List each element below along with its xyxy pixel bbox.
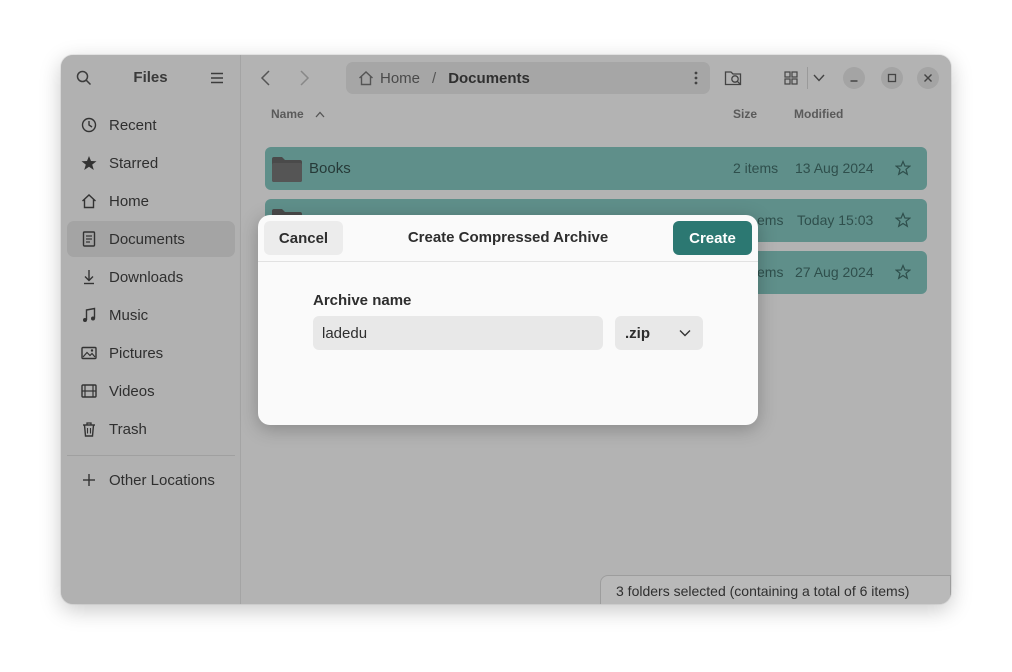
path-bar[interactable]: Home / Documents	[346, 62, 710, 94]
star-icon	[80, 154, 98, 172]
image-icon	[80, 344, 98, 362]
sidebar-item-label: Home	[109, 192, 150, 210]
download-icon	[80, 268, 98, 286]
sort-ascending-icon	[315, 111, 325, 118]
chevron-down-icon[interactable]	[813, 73, 825, 83]
sidebar-item-downloads[interactable]: Downloads	[67, 259, 235, 295]
star-outline-icon[interactable]	[895, 264, 911, 280]
sidebar-item-trash[interactable]: Trash	[67, 411, 235, 447]
back-arrow-icon[interactable]	[259, 69, 273, 87]
sidebar-item-label: Recent	[109, 116, 157, 134]
breadcrumb-home[interactable]: Home	[380, 70, 420, 87]
forward-arrow-icon[interactable]	[297, 69, 311, 87]
close-icon	[924, 74, 932, 82]
home-icon	[359, 71, 373, 86]
archive-name-input[interactable]	[313, 316, 603, 350]
minimize-button[interactable]	[843, 67, 865, 89]
sidebar-item-label: Pictures	[109, 344, 164, 362]
folder-icon	[272, 157, 302, 182]
home-icon	[80, 192, 98, 210]
more-options-icon[interactable]	[694, 70, 698, 86]
column-header-name[interactable]: Name	[271, 107, 325, 121]
file-size: ems	[757, 264, 784, 280]
sidebar-item-label: Videos	[109, 382, 155, 400]
sidebar-item-label: Other Locations	[109, 471, 215, 489]
sidebar-item-label: Trash	[109, 420, 147, 438]
sidebar-header: Files	[61, 55, 240, 101]
archive-format-value: .zip	[625, 324, 650, 342]
sidebar-item-pictures[interactable]: Pictures	[67, 335, 235, 371]
dialog-header: Create Compressed Archive Cancel Create	[258, 215, 758, 262]
maximize-icon	[887, 73, 897, 83]
sidebar-item-recent[interactable]: Recent	[67, 107, 235, 143]
sidebar-item-videos[interactable]: Videos	[67, 373, 235, 409]
sidebar-item-label: Documents	[109, 230, 185, 248]
file-row[interactable]: Books 2 items 13 Aug 2024	[265, 147, 927, 190]
cancel-button[interactable]: Cancel	[264, 221, 343, 255]
chevron-down-icon	[679, 330, 691, 337]
search-folder-icon[interactable]	[724, 69, 744, 87]
sidebar-item-label: Music	[109, 306, 149, 324]
sidebar-item-home[interactable]: Home	[67, 183, 235, 219]
column-header-size[interactable]: Size	[733, 107, 757, 121]
file-size: 2 items	[733, 160, 779, 176]
sidebar-item-starred[interactable]: Starred	[67, 145, 235, 181]
grid-view-icon[interactable]	[784, 71, 798, 85]
close-button[interactable]	[917, 67, 939, 89]
toolbar-divider	[807, 67, 808, 89]
create-button[interactable]: Create	[673, 221, 752, 255]
sidebar-item-label: Starred	[109, 154, 159, 172]
hamburger-menu-icon[interactable]	[210, 71, 224, 85]
column-header-name-label: Name	[271, 107, 304, 121]
column-header-modified[interactable]: Modified	[794, 107, 843, 121]
star-outline-icon[interactable]	[895, 160, 911, 176]
music-icon	[80, 306, 98, 324]
file-size: ems	[757, 212, 784, 228]
minimize-icon	[850, 80, 858, 82]
sidebar-item-other-locations[interactable]: Other Locations	[67, 462, 235, 498]
maximize-button[interactable]	[881, 67, 903, 89]
sidebar: Files Recent Starred Home Documents Down…	[61, 55, 241, 604]
breadcrumb-current[interactable]: Documents	[448, 70, 530, 87]
status-bar: 3 folders selected (containing a total o…	[600, 575, 951, 604]
sidebar-item-label: Downloads	[109, 268, 184, 286]
archive-name-label: Archive name	[313, 292, 412, 309]
sidebar-item-documents[interactable]: Documents	[67, 221, 235, 257]
file-modified: 27 Aug 2024	[795, 264, 874, 280]
sidebar-item-music[interactable]: Music	[67, 297, 235, 333]
file-modified: Today 15:03	[797, 212, 874, 228]
star-outline-icon[interactable]	[895, 212, 911, 228]
file-modified: 13 Aug 2024	[795, 160, 874, 176]
clock-icon	[80, 116, 98, 134]
file-name: Books	[309, 160, 351, 177]
sidebar-divider	[67, 455, 235, 456]
trash-icon	[80, 420, 98, 438]
archive-format-select[interactable]: .zip	[615, 316, 703, 350]
film-icon	[80, 382, 98, 400]
breadcrumb-separator: /	[432, 69, 437, 87]
document-icon	[80, 230, 98, 248]
plus-icon	[80, 471, 98, 489]
create-archive-dialog: Create Compressed Archive Cancel Create …	[258, 215, 758, 425]
